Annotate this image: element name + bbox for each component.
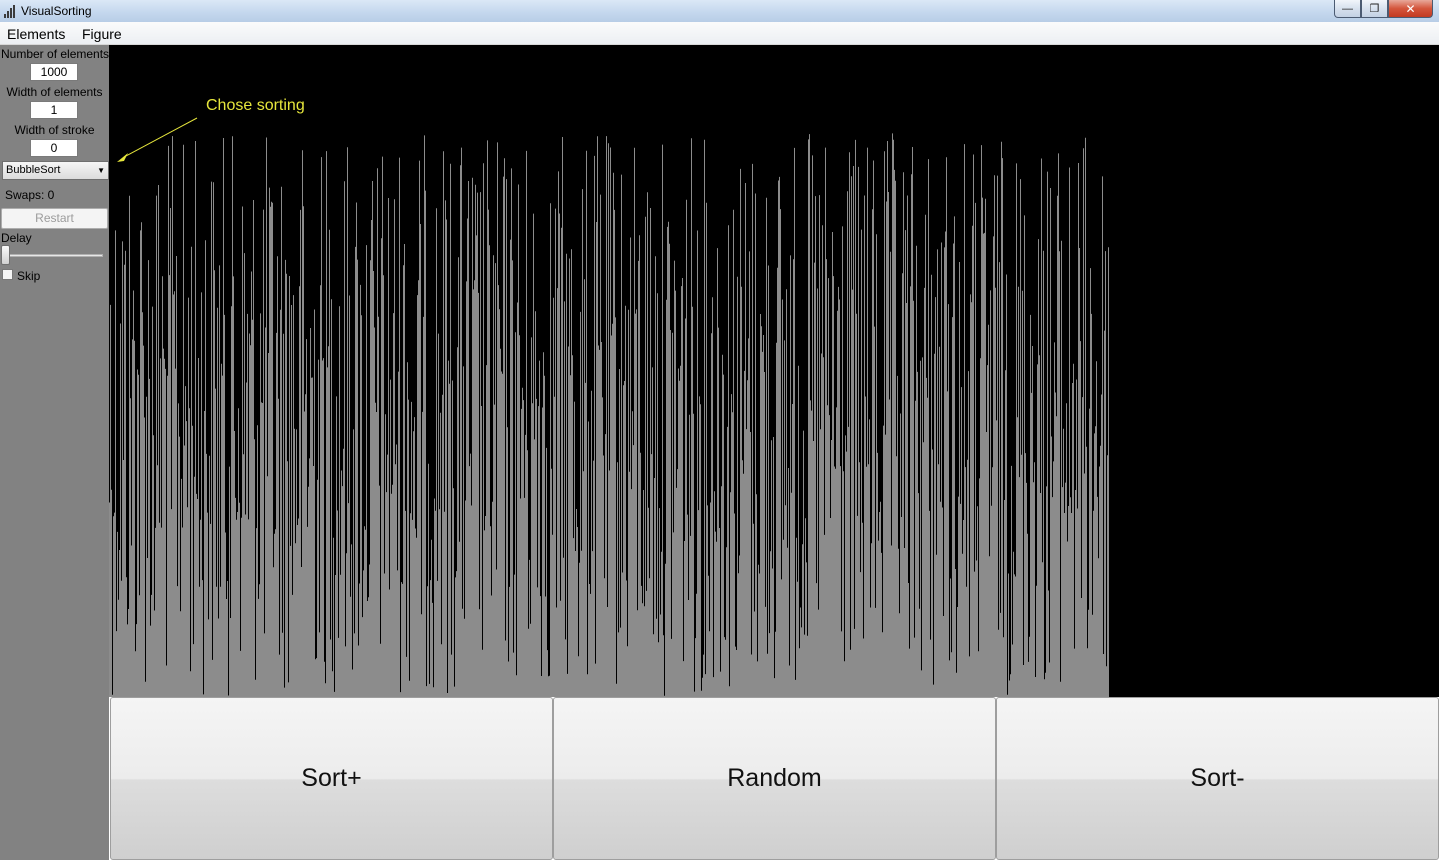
num-elements-input[interactable]: 1000 [30,63,78,81]
maximize-button[interactable]: ❐ [1361,0,1388,18]
randomize-button[interactable]: Random [553,697,996,860]
swaps-counter: Swaps: 0 [5,188,55,202]
width-stroke-label: Width of stroke [14,123,95,137]
sort-descending-button[interactable]: Sort- [996,697,1439,860]
sorting-canvas [109,45,1439,697]
skip-checkbox[interactable] [2,269,13,280]
width-elements-label: Width of elements [6,85,103,99]
annotation-arrow-icon [117,117,198,162]
dropdown-arrow-icon: ▼ [97,166,105,175]
num-elements-label: Number of elements [1,47,110,61]
bar-chart-icon [3,4,17,18]
skip-label: Skip [17,269,41,283]
selected-algorithm: BubbleSort [6,164,61,176]
width-stroke-input[interactable]: 0 [30,139,78,157]
delay-slider-thumb[interactable] [1,245,10,265]
minimize-icon: — [1342,2,1353,15]
restart-button[interactable]: Restart [1,208,108,229]
delay-label: Delay [1,231,32,245]
title-bar: VisualSorting — ❐ ✕ [0,0,1439,22]
element-bars [109,133,1109,697]
menu-figure[interactable]: Figure [82,26,122,42]
minimize-button[interactable]: — [1334,0,1361,18]
menu-bar: Elements Figure [0,22,1439,45]
window-controls: — ❐ ✕ [1334,0,1433,18]
width-elements-input[interactable]: 1 [30,101,78,119]
bars-visualization [109,133,1109,697]
maximize-icon: ❐ [1369,3,1380,15]
window-title: VisualSorting [21,4,92,18]
close-button[interactable]: ✕ [1388,0,1433,18]
sort-algorithm-select[interactable]: BubbleSort ▼ [2,161,109,180]
delay-slider-track[interactable] [2,254,103,257]
menu-elements[interactable]: Elements [7,26,65,42]
control-panel: Number of elements 1000 Width of element… [0,45,109,860]
annotation-text: Chose sorting [206,97,305,114]
close-icon: ✕ [1405,1,1416,16]
sort-ascending-button[interactable]: Sort+ [110,697,553,860]
